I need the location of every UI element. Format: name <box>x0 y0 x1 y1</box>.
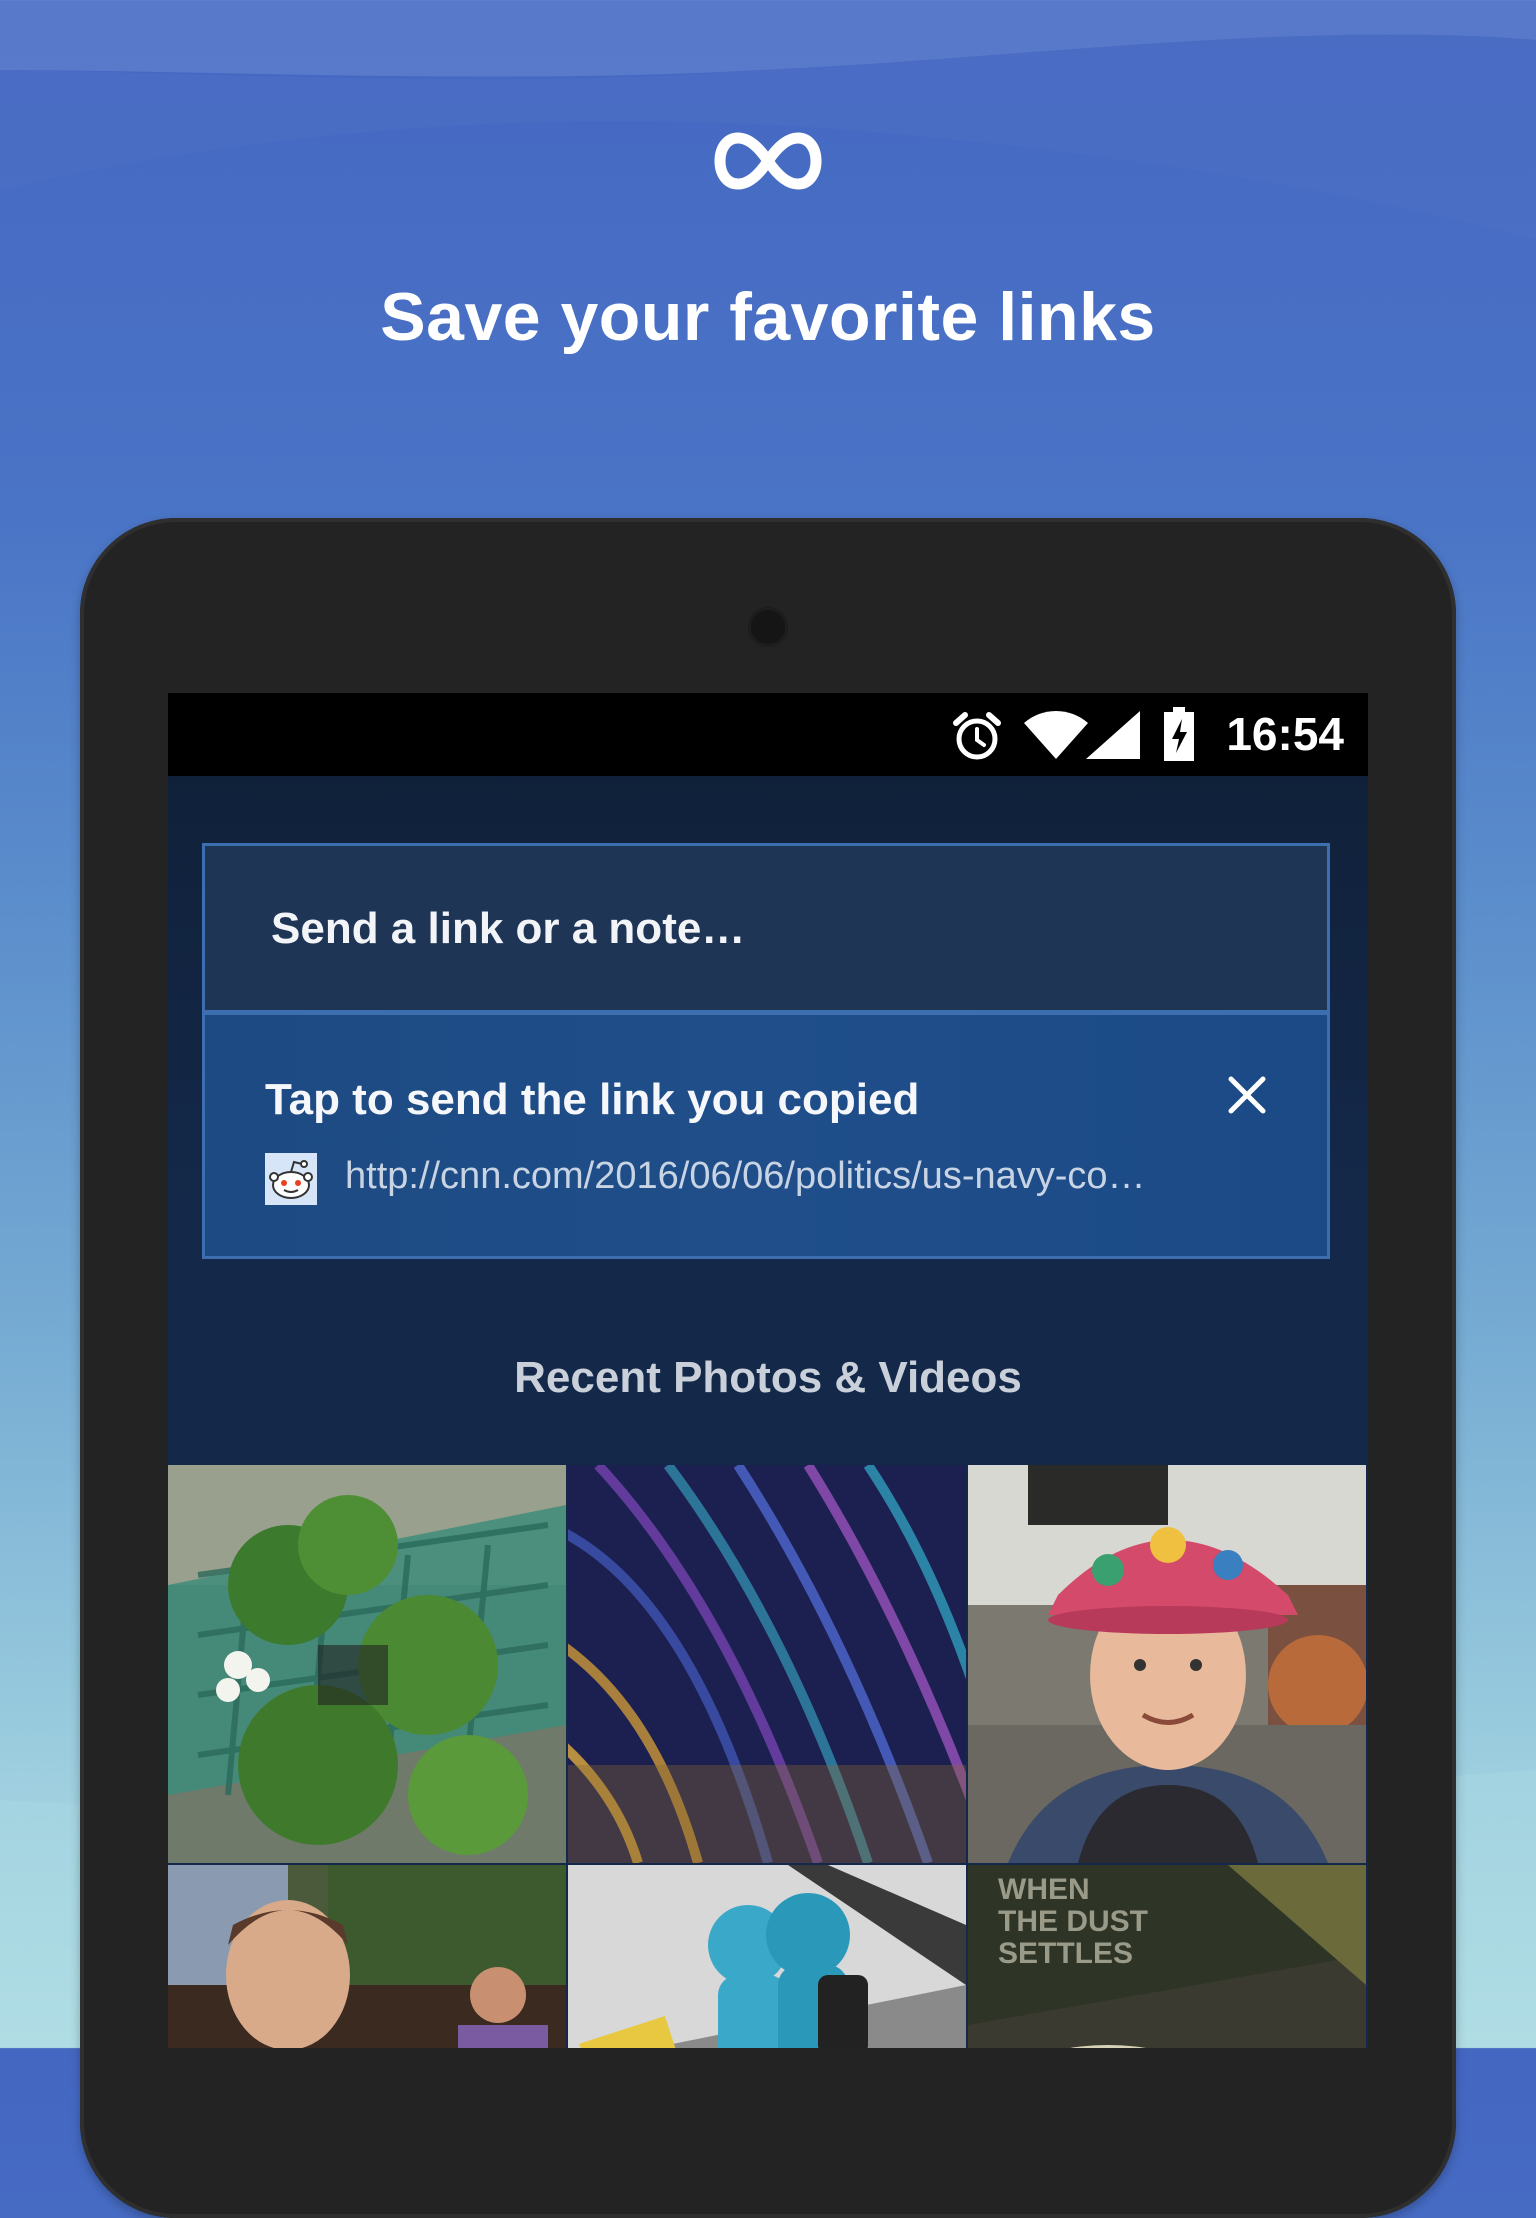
compose-placeholder: Send a link or a note… <box>271 904 746 953</box>
recent-section-title: Recent Photos & Videos <box>514 1353 1022 1402</box>
photo-thumbnail[interactable]: WHEN THE DUST SETTLES <box>968 1865 1366 2048</box>
battery-charging-icon <box>1164 707 1194 761</box>
compose-field[interactable]: Send a link or a note… <box>202 843 1330 1013</box>
tablet-camera <box>748 607 788 647</box>
status-time: 16:54 <box>1226 708 1344 760</box>
book-cover-text-3: SETTLES <box>998 1937 1133 1970</box>
clipboard-card-title: Tap to send the link you copied <box>265 1075 920 1124</box>
reddit-icon <box>265 1153 317 1205</box>
status-bar: 16:54 <box>168 693 1368 776</box>
close-icon[interactable] <box>1225 1073 1269 1117</box>
tablet-screen: 16:54 Send a link or a note… Tap to send… <box>168 693 1368 2048</box>
signal-icon <box>1086 711 1140 759</box>
photo-thumbnail[interactable] <box>568 1865 966 2048</box>
clipboard-link-card[interactable]: Tap to send the link you copied http://c… <box>202 1013 1330 1259</box>
photo-thumbnail[interactable] <box>168 1465 566 1863</box>
alarm-icon <box>953 712 1001 760</box>
infinity-logo-icon <box>714 132 822 190</box>
wifi-icon <box>1024 711 1088 759</box>
book-cover-text: WHEN <box>998 1873 1090 1906</box>
book-cover-text-2: THE DUST <box>998 1905 1148 1938</box>
clipboard-url: http://cnn.com/2016/06/06/politics/us-na… <box>345 1155 1146 1197</box>
headline: Save your favorite links <box>380 279 1156 355</box>
photo-thumbnail[interactable] <box>568 1465 966 1863</box>
photo-thumbnail[interactable] <box>168 1865 566 2048</box>
photo-thumbnail[interactable] <box>968 1465 1366 1863</box>
